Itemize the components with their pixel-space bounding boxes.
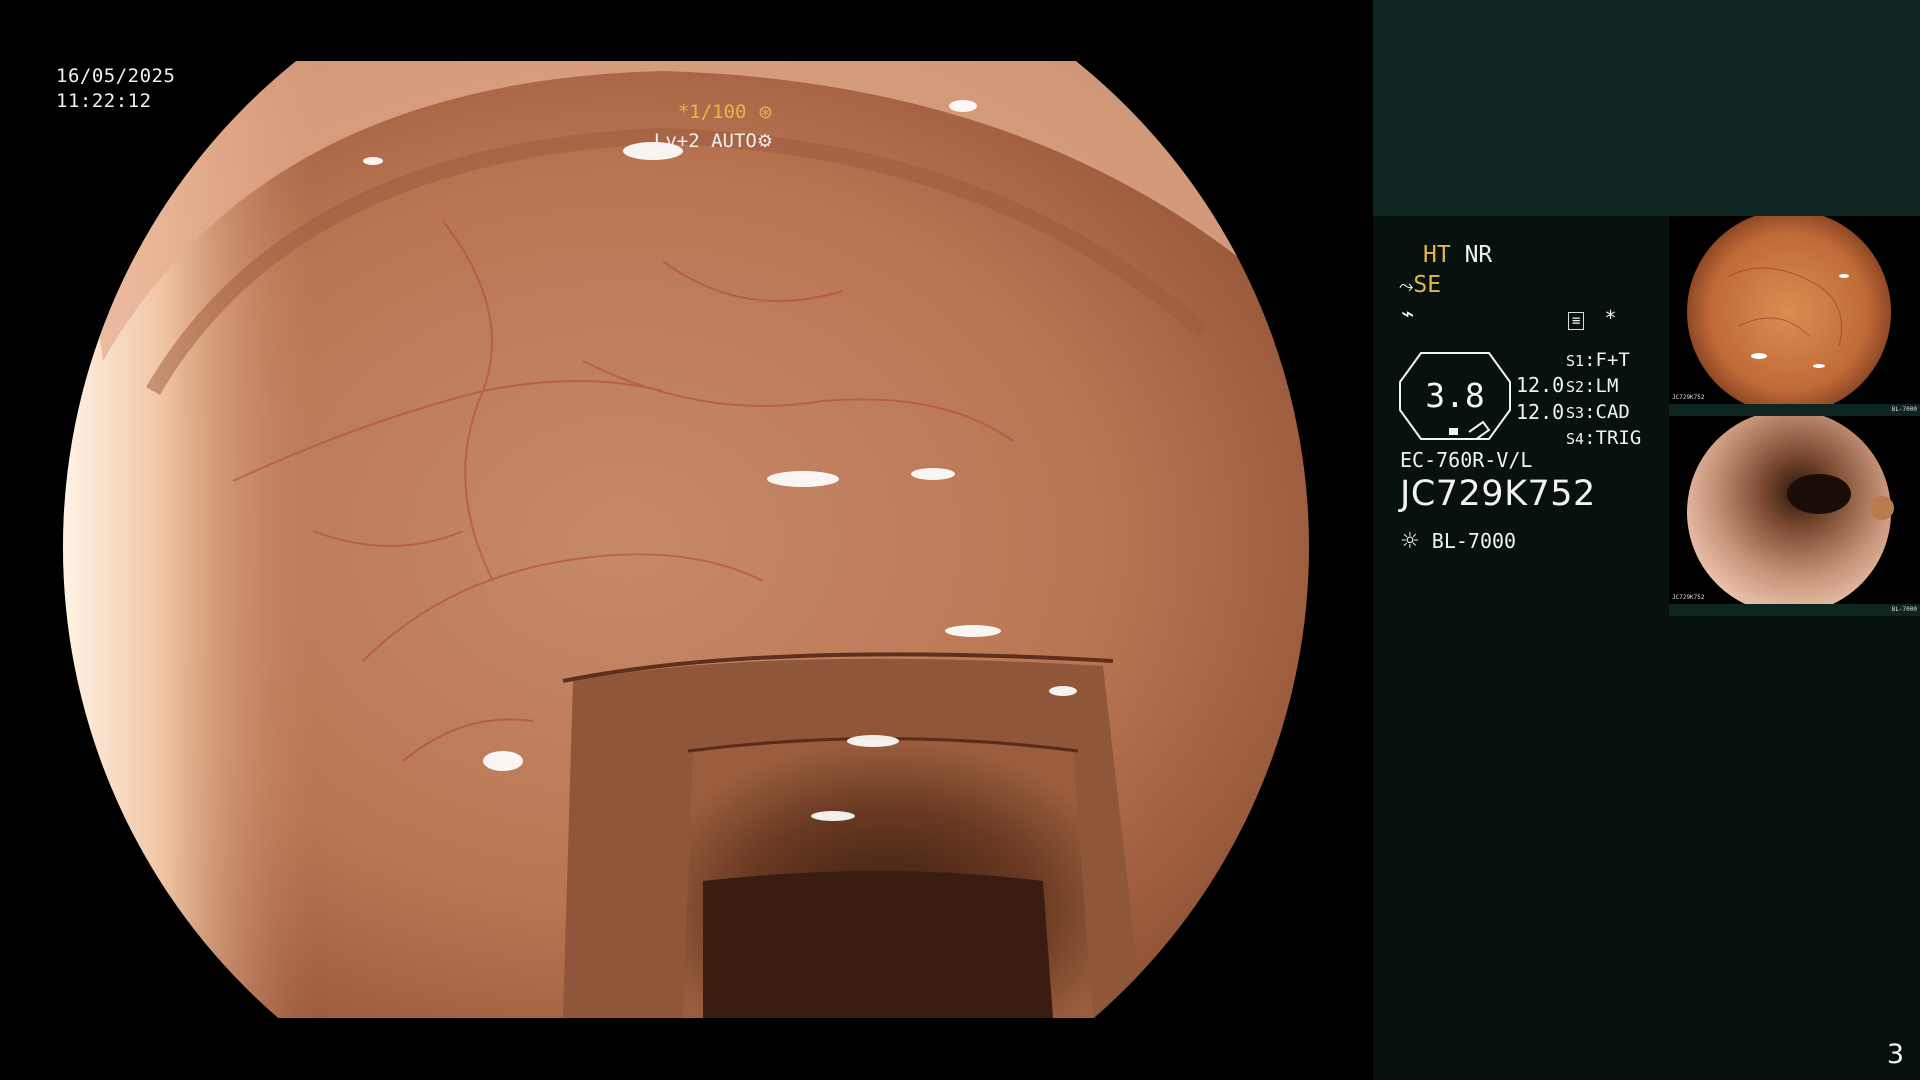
asterisk-mark: *	[1604, 306, 1617, 330]
time-text: 11:22:12	[56, 90, 152, 112]
switch-key: S3	[1566, 404, 1585, 422]
scope-serial: JC729K752	[1400, 474, 1596, 514]
aperture-icon: ⊛	[757, 102, 773, 123]
exposure-mode: AUTO	[711, 130, 757, 152]
value-1: 12.0	[1516, 373, 1565, 397]
thumbnail-serial: JC729K752	[1672, 594, 1705, 601]
thumbnail-light: BL-7000	[1891, 606, 1917, 613]
value-2: 12.0	[1516, 400, 1565, 424]
switch-key: S4	[1566, 430, 1585, 448]
switch-value: LM	[1595, 375, 1619, 397]
scope-tip-icon: ⤳	[1399, 276, 1414, 297]
gear-icon: ⚙	[756, 131, 773, 152]
shutter-speed: *1/100	[677, 101, 747, 123]
se-label: SE	[1413, 272, 1442, 298]
date-text: 16/05/2025	[56, 65, 176, 87]
switch-key: S2	[1566, 378, 1585, 396]
thumbnail-light: BL-7000	[1891, 406, 1917, 413]
switch-value: TRIG	[1595, 427, 1642, 449]
light-source: BL-7000	[1431, 529, 1517, 553]
date-time: 16/05/2025 11:22:12	[56, 64, 175, 114]
endoscopic-image	[63, 61, 1310, 1018]
lamp-icon: ☼	[1400, 529, 1420, 554]
scope-model: EC-760R-V/L	[1400, 448, 1533, 472]
ht-label: HT	[1423, 242, 1451, 268]
lightning-icon: ⌁	[1401, 302, 1415, 327]
thumbnail-2[interactable]: JC729K752 BL-7000	[1669, 416, 1920, 616]
switch-key: S1	[1566, 352, 1585, 370]
exposure-settings: *1/100 ⊛ Lv+2 AUTO⚙	[654, 98, 773, 156]
switch-value: CAD	[1595, 401, 1630, 423]
thumbnail-serial: JC729K752	[1672, 394, 1705, 401]
nr-label: NR	[1464, 242, 1493, 268]
switch-value: F+T	[1595, 349, 1630, 371]
menu-icon: ≡	[1568, 312, 1585, 330]
scope-info: HT NR ⤳SE ⌁ ≡ * 3.8 12.0 12.0 S1:F+T S2:…	[1399, 242, 1642, 554]
scope-value-box: 3.8	[1399, 352, 1511, 441]
scope-value: 3.8	[1425, 376, 1485, 415]
panel-header-area	[1373, 0, 1920, 216]
brightness-level: Lv+2	[653, 130, 700, 152]
thumbnail-1[interactable]: JC729K752 BL-7000	[1669, 216, 1920, 416]
page-number: 3	[1886, 1039, 1904, 1070]
endoscope-viewport: 16/05/2025 11:22:12 *1/100 ⊛ Lv+2 AUTO⚙	[0, 0, 1373, 1080]
